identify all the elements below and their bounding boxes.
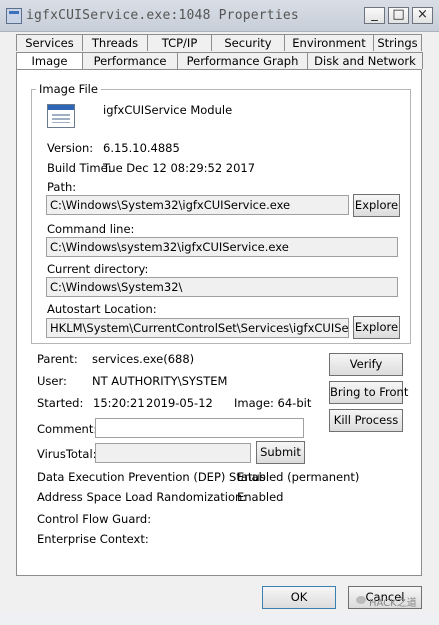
background-window-strip [0,613,439,625]
bring-to-front-button[interactable]: Bring to Front [329,381,408,404]
ok-button[interactable]: OK [262,586,336,609]
version-value: 6.15.10.4885 [103,141,180,155]
parent-value: services.exe(688) [92,352,195,366]
window-title: igfxCUIService.exe:1048 Properties [26,8,299,23]
started-time: 15:20:21 [93,396,145,410]
path-label: Path: [47,180,77,194]
image-file-group-title: Image File [36,82,101,96]
current-directory-field[interactable]: C:\Windows\System32\ [46,277,398,297]
watermark-text: HACK之道 [369,598,417,609]
tab-strings[interactable]: Strings [373,34,422,51]
tab-row-2: Image Performance Performance Graph Disk… [16,52,423,71]
tab-environment[interactable]: Environment [284,34,374,51]
tab-services[interactable]: Services [16,34,83,51]
app-icon [6,8,22,24]
tab-security[interactable]: Security [211,34,285,51]
command-line-field[interactable]: C:\Windows\system32\igfxCUIService.exe [46,237,398,257]
virustotal-field[interactable] [95,443,251,463]
explore-autostart-button[interactable]: Explore [353,316,400,339]
control-flow-guard-label: Control Flow Guard: [37,512,152,526]
aslr-label: Address Space Load Randomization: [37,490,247,504]
started-date: 2019-05-12 [146,396,213,410]
module-name: igfxCUIService Module [103,103,233,117]
tab-performance[interactable]: Performance [82,52,178,69]
autostart-location-field[interactable]: HKLM\System\CurrentControlSet\Services\i… [46,318,349,338]
title-bar[interactable]: igfxCUIService.exe:1048 Properties _ □ × [0,0,439,32]
parent-label: Parent: [37,352,78,366]
comment-label: Comment: [37,422,98,436]
kill-process-button[interactable]: Kill Process [329,409,403,432]
tab-performance-graph[interactable]: Performance Graph [177,52,308,69]
tab-tcpip[interactable]: TCP/IP [147,34,212,51]
image-bitness: Image: 64-bit [234,396,312,410]
module-icon [47,104,75,128]
verify-button[interactable]: Verify [329,353,403,376]
build-time-value: Tue Dec 12 08:29:52 2017 [103,161,256,175]
started-label: Started: [37,396,84,410]
explore-path-button[interactable]: Explore [353,194,400,217]
user-label: User: [37,374,67,388]
autostart-location-label: Autostart Location: [47,302,157,316]
aslr-value: Enabled [237,490,284,504]
version-label: Version: [47,141,94,155]
comment-input[interactable] [95,418,304,438]
enterprise-context-label: Enterprise Context: [37,532,149,546]
command-line-label: Command line: [47,222,135,236]
properties-window: igfxCUIService.exe:1048 Properties _ □ ×… [0,0,439,613]
wechat-icon [356,596,366,604]
minimize-button[interactable]: _ [364,7,385,24]
dep-value: Enabled (permanent) [237,470,360,484]
maximize-button[interactable]: □ [388,7,409,24]
path-field[interactable]: C:\Windows\System32\igfxCUIService.exe [46,195,349,215]
build-time-label: Build Time: [47,161,112,175]
tab-row-1: Services Threads TCP/IP Security Environ… [16,34,422,51]
tab-disk-and-network[interactable]: Disk and Network [307,52,423,69]
submit-button[interactable]: Submit [256,441,305,464]
virustotal-label: VirusTotal: [37,447,97,461]
close-button[interactable]: × [412,7,433,24]
user-value: NT AUTHORITY\SYSTEM [92,374,228,388]
current-directory-label: Current directory: [47,262,149,276]
tab-threads[interactable]: Threads [82,34,148,51]
dep-label: Data Execution Prevention (DEP) Status: [37,470,270,484]
